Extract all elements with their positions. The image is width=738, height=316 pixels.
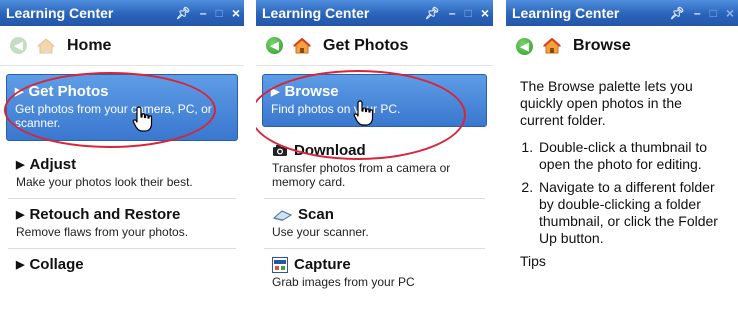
scanner-icon [272, 209, 292, 221]
close-button[interactable]: × [481, 5, 489, 21]
home-icon[interactable] [293, 37, 311, 54]
back-arrow-icon[interactable]: ◀ [266, 37, 283, 54]
nav-title: Home [67, 36, 112, 54]
expand-triangle-icon: ▶ [16, 259, 25, 271]
pin-icon[interactable]: 📌︎ [670, 6, 685, 20]
item-title: Get Photos [28, 83, 109, 100]
titlebar-controls: 📌︎ – □ × [176, 0, 240, 26]
item-title: Adjust [29, 156, 77, 173]
expand-triangle-icon: ▶ [15, 86, 24, 98]
panel-titlebar: Learning Center 📌︎ – □ × [256, 0, 493, 26]
pin-icon[interactable]: 📌︎ [425, 6, 440, 20]
panel-title: Learning Center [6, 5, 114, 21]
item-desc: Use your scanner. [272, 225, 369, 239]
expand-triangle-icon: ▶ [16, 209, 25, 221]
item-desc: Grab images from your PC [272, 275, 415, 289]
item-desc: Transfer photos from a camera or memory … [272, 161, 451, 189]
item-title: Download [294, 142, 366, 159]
menu-item-scan[interactable]: Scan Use your scanner. [264, 199, 485, 249]
item-title: Retouch and Restore [29, 206, 181, 223]
minimize-button[interactable]: – [449, 6, 456, 20]
item-title: Collage [29, 256, 84, 273]
home-icon[interactable] [543, 38, 561, 54]
expand-triangle-icon: ▶ [271, 86, 280, 98]
menu-item-browse[interactable]: ▶ Browse Find photos on your PC. [262, 74, 487, 127]
titlebar-controls: 📌︎ – □ × [670, 0, 734, 26]
item-desc: Make your photos look their best. [16, 175, 193, 189]
panel-titlebar: Learning Center 📌︎ – □ × [506, 0, 738, 26]
close-button[interactable]: × [232, 5, 240, 21]
close-button[interactable]: × [726, 5, 734, 21]
minimize-button[interactable]: – [200, 6, 207, 20]
nav-bar: ◀ Browse [506, 26, 738, 66]
menu-item-download[interactable]: Download Transfer photos from a camera o… [264, 135, 485, 199]
item-title: Browse [284, 83, 339, 100]
item-title: Scan [298, 206, 334, 223]
expand-triangle-icon: ▶ [16, 159, 25, 171]
panel-title: Learning Center [262, 5, 370, 21]
item-desc: Get photos from your camera, PC, or scan… [15, 102, 212, 130]
item-desc: Find photos on your PC. [271, 102, 401, 116]
learning-center-panel-browse: Learning Center 📌︎ – □ × ◀ Browse The Br… [506, 0, 738, 316]
camera-icon [273, 145, 287, 156]
menu-item-collage[interactable]: ▶ Collage [8, 249, 236, 282]
nav-bar: ◀ Home [0, 26, 244, 66]
panel-title: Learning Center [512, 5, 620, 21]
maximize-button[interactable]: □ [216, 6, 223, 20]
titlebar-controls: 📌︎ – □ × [425, 0, 489, 26]
nav-title: Get Photos [323, 36, 409, 54]
minimize-button[interactable]: – [694, 6, 701, 20]
back-arrow-icon[interactable]: ◀ [10, 37, 27, 54]
item-desc: Remove flaws from your photos. [16, 225, 189, 239]
maximize-button[interactable]: □ [465, 6, 472, 20]
item-title: Capture [294, 256, 351, 273]
help-intro: The Browse palette lets you quickly open… [520, 78, 693, 128]
home-icon[interactable] [37, 37, 55, 54]
help-step: Double-click a thumbnail to open the pho… [537, 139, 724, 173]
help-trailing: Tips [520, 253, 546, 269]
menu-item-adjust[interactable]: ▶ Adjust Make your photos look their best… [8, 149, 236, 199]
panel-titlebar: Learning Center 📌︎ – □ × [0, 0, 244, 26]
menu-item-capture[interactable]: Capture Grab images from your PC [264, 249, 485, 298]
menu-item-retouch-and-restore[interactable]: ▶ Retouch and Restore Remove flaws from y… [8, 199, 236, 249]
capture-icon [272, 256, 288, 273]
nav-title: Browse [573, 37, 631, 54]
nav-bar: ◀ Get Photos [256, 26, 493, 66]
menu-item-get-photos[interactable]: ▶ Get Photos Get photos from your camera,… [6, 74, 238, 141]
pin-icon[interactable]: 📌︎ [176, 6, 191, 20]
learning-center-panel-home: Learning Center 📌︎ – □ × ◀ Home ▶ Get Pho… [0, 0, 244, 316]
maximize-button[interactable]: □ [710, 6, 717, 20]
learning-center-panel-get-photos: Learning Center 📌︎ – □ × ◀ Get Photos ▶ B… [256, 0, 493, 316]
help-steps: Double-click a thumbnail to open the pho… [520, 139, 724, 247]
back-arrow-icon[interactable]: ◀ [516, 37, 533, 55]
help-step: Navigate to a different folder by double… [537, 179, 724, 247]
help-content: The Browse palette lets you quickly open… [506, 66, 738, 270]
